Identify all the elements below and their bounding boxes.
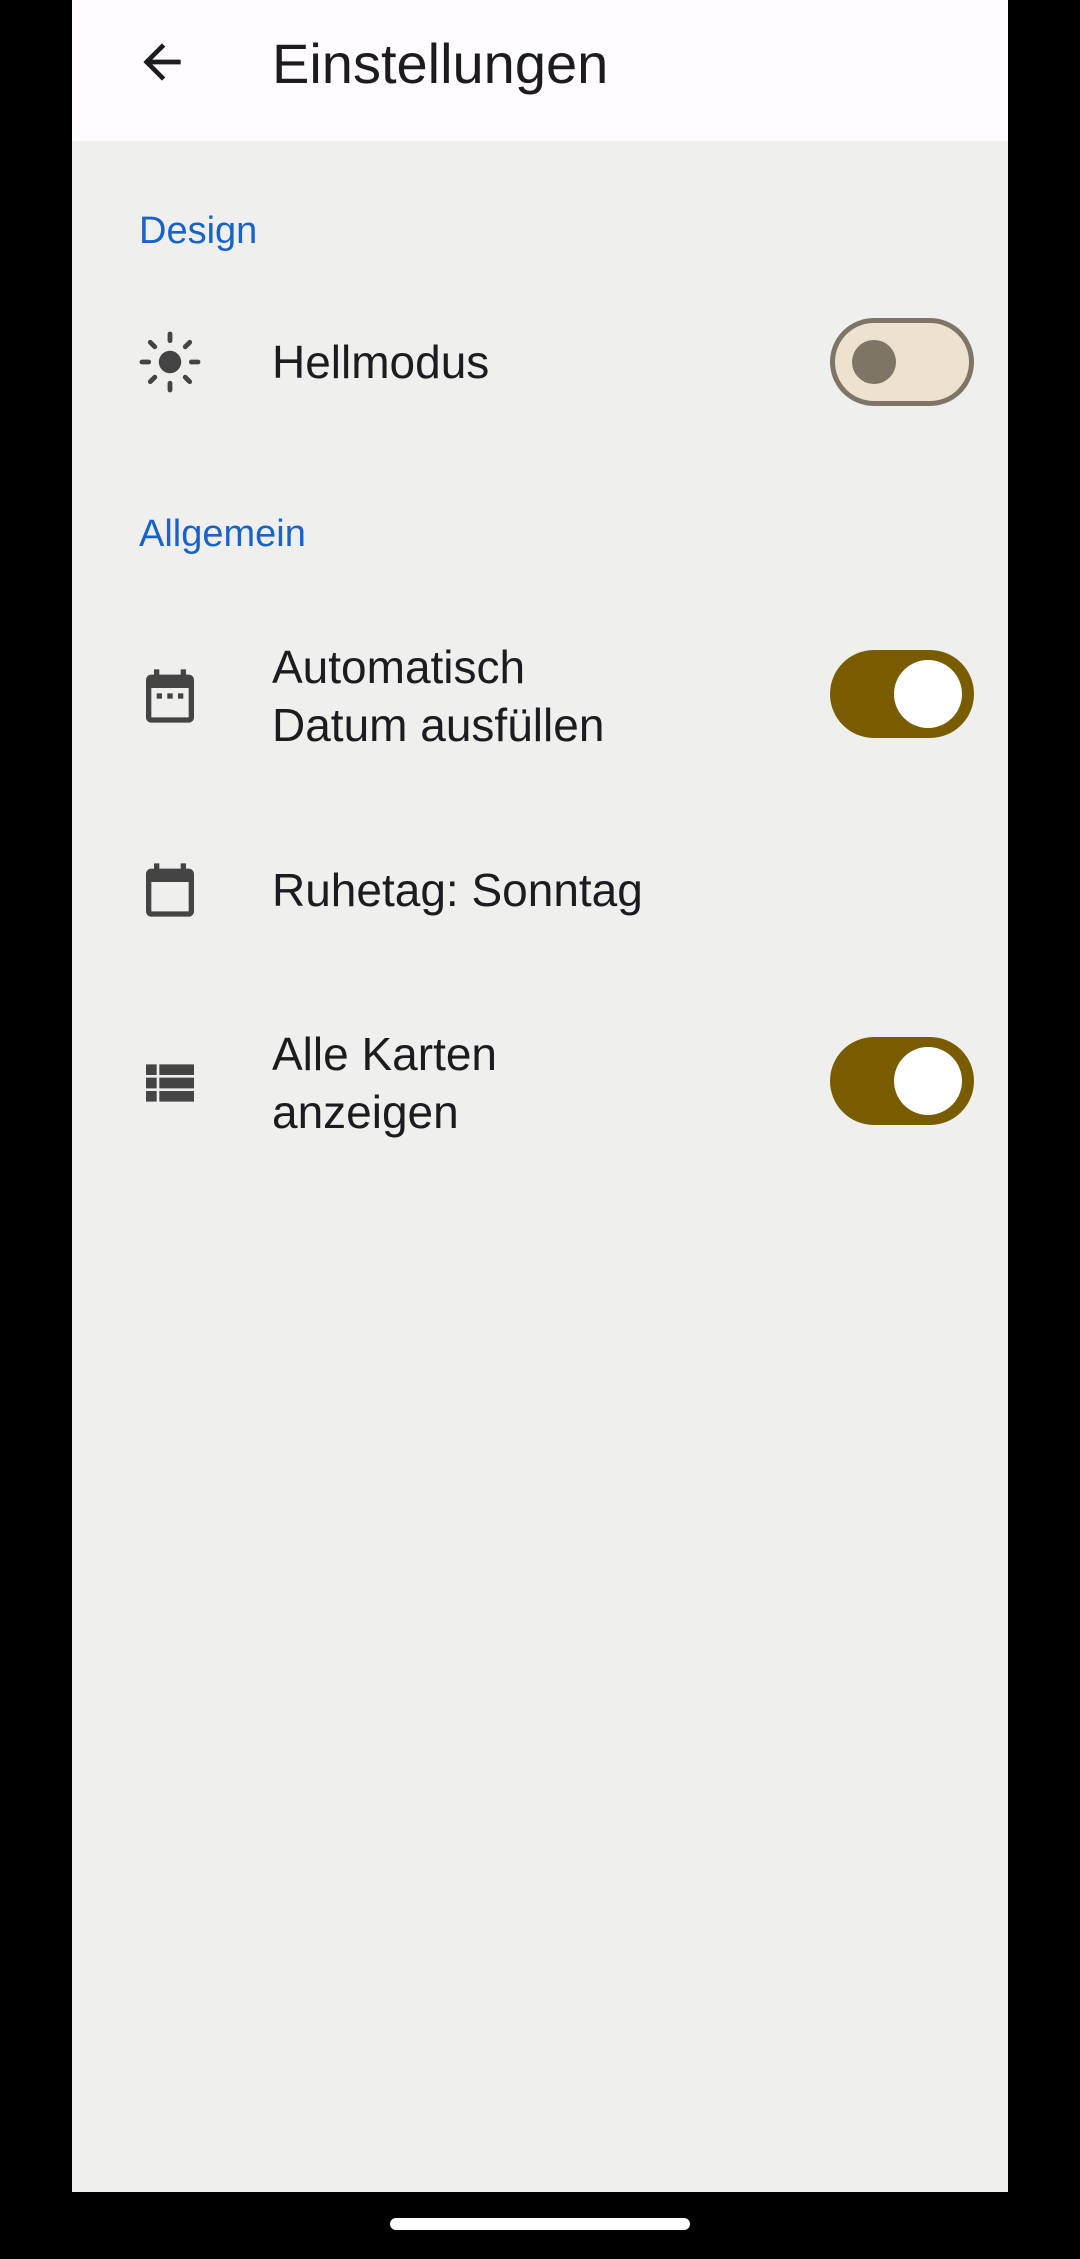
switch-thumb xyxy=(894,660,962,728)
show-all-cards-label-line2: anzeigen xyxy=(272,1086,459,1138)
back-button[interactable] xyxy=(114,24,210,104)
brightness-icon xyxy=(138,330,202,394)
arrow-back-icon xyxy=(134,34,190,95)
auto-date-label: Automatisch Datum ausfüllen xyxy=(272,638,692,754)
auto-date-label-line1: Automatisch xyxy=(272,641,526,693)
settings-screen: Einstellungen Design Hellmodus Allgemein… xyxy=(72,0,1008,2192)
light-mode-label: Hellmodus xyxy=(272,336,490,388)
auto-date-switch[interactable] xyxy=(830,650,974,738)
rest-day-label: Ruhetag: Sonntag xyxy=(272,864,643,916)
show-all-cards-label: Alle Karten anzeigen xyxy=(272,1025,692,1141)
show-all-cards-switch[interactable] xyxy=(830,1037,974,1125)
list-icon xyxy=(138,1051,202,1115)
switch-thumb xyxy=(852,340,896,384)
setting-row-auto-date[interactable]: Automatisch Datum ausfüllen xyxy=(72,638,1008,754)
show-all-cards-label-line1: Alle Karten xyxy=(272,1028,498,1080)
app-bar: Einstellungen xyxy=(72,0,1008,141)
page-title: Einstellungen xyxy=(272,32,609,95)
section-header-design: Design xyxy=(139,210,258,252)
section-header-general: Allgemein xyxy=(139,513,306,555)
auto-date-label-line2: Datum ausfüllen xyxy=(272,699,605,751)
setting-row-show-all-cards[interactable]: Alle Karten anzeigen xyxy=(72,1025,1008,1141)
switch-thumb xyxy=(894,1047,962,1115)
setting-row-light-mode[interactable]: Hellmodus xyxy=(72,318,1008,406)
light-mode-switch[interactable] xyxy=(830,318,974,406)
home-indicator[interactable] xyxy=(390,2218,690,2230)
setting-row-rest-day[interactable]: Ruhetag: Sonntag xyxy=(72,846,1008,934)
calendar-icon xyxy=(138,858,202,922)
calendar-dots-icon xyxy=(138,664,202,728)
